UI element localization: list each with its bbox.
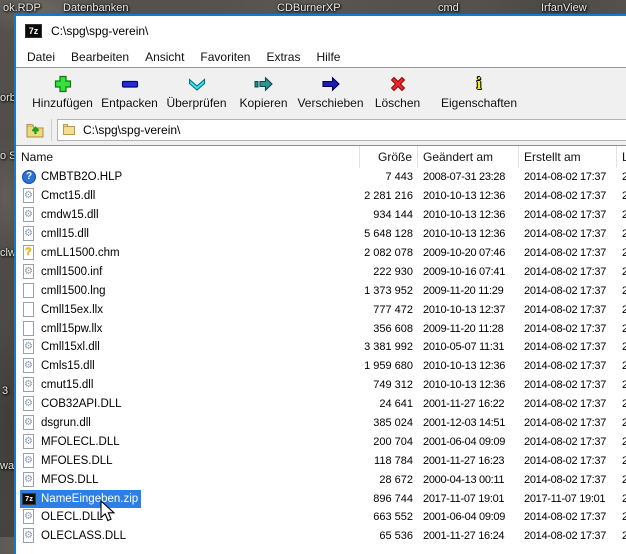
plain-file-icon xyxy=(21,283,37,299)
dll-file-icon xyxy=(21,358,37,374)
extract-button[interactable]: Entpacken xyxy=(96,68,163,114)
dll-file-icon xyxy=(21,207,37,223)
desktop-icon-label[interactable]: cmd xyxy=(438,2,459,14)
properties-button[interactable]: i Eigenschaften xyxy=(431,68,527,114)
dll-file-icon xyxy=(21,528,37,544)
seven-zip-window: 7z C:\spg\spg-verein\ Datei Bearbeiten A… xyxy=(14,14,626,554)
table-row[interactable]: Cmls15.dll 1 959 680 2010-10-13 12:36 20… xyxy=(16,357,626,376)
dll-file-icon xyxy=(21,415,37,431)
table-row[interactable]: cmll15.dll 5 648 128 2010-10-13 12:36 20… xyxy=(16,225,626,244)
7zip-app-icon: 7z xyxy=(25,24,42,38)
desktop-icon-label[interactable]: ok.RDP xyxy=(3,2,41,14)
dll-file-icon xyxy=(21,396,37,412)
dll-file-icon xyxy=(21,472,37,488)
table-row[interactable]: cmll1500.lng 1 373 952 2009-11-20 11:29 … xyxy=(16,281,626,300)
plain-file-icon xyxy=(21,321,37,337)
folder-up-icon xyxy=(25,121,45,139)
menu-bearbeiten[interactable]: Bearbeiten xyxy=(63,48,137,66)
test-button[interactable]: Überprüfen xyxy=(163,68,230,114)
column-header-modified[interactable]: Geändert am xyxy=(418,146,519,168)
desktop-icon-label[interactable]: Datenbanken xyxy=(63,2,128,14)
table-row[interactable]: cmut15.dll 749 312 2010-10-13 12:36 2014… xyxy=(16,376,626,395)
menu-extras[interactable]: Extras xyxy=(258,48,308,66)
address-path-combobox[interactable]: C:\spg\spg-verein\ xyxy=(57,119,626,141)
table-row[interactable]: CMBTB2O.HLP 7 443 2008-07-31 23:28 2014-… xyxy=(16,168,626,187)
copy-arrow-icon xyxy=(253,73,275,95)
menu-ansicht[interactable]: Ansicht xyxy=(137,48,192,66)
table-row[interactable]: cmll1500.inf 222 930 2009-10-16 07:41 20… xyxy=(16,262,626,281)
table-row[interactable]: cmLL1500.chm 2 082 078 2009-10-20 07:46 … xyxy=(16,244,626,263)
desktop-icon-label[interactable]: CDBurnerXP xyxy=(277,2,341,14)
help-file-icon xyxy=(21,169,37,185)
dll-file-icon xyxy=(21,339,37,355)
dll-file-icon xyxy=(21,453,37,469)
dll-file-icon xyxy=(21,509,37,525)
mouse-cursor xyxy=(100,500,116,523)
chm-file-icon xyxy=(21,245,37,261)
table-row[interactable]: OLECLASS.DLL 65 536 2001-11-27 16:24 201… xyxy=(16,527,626,546)
table-row[interactable]: cmll15pw.llx 356 608 2009-11-20 11:28 20… xyxy=(16,319,626,338)
zip-7z-file-icon xyxy=(21,491,37,507)
folder-up-button[interactable] xyxy=(22,118,48,142)
column-header-name[interactable]: Name xyxy=(16,146,360,168)
column-header-size[interactable]: Größe xyxy=(360,146,418,168)
menu-datei[interactable]: Datei xyxy=(19,48,63,66)
dll-file-icon xyxy=(21,226,37,242)
folder-icon xyxy=(63,124,76,135)
add-plus-icon xyxy=(53,73,73,95)
add-button[interactable]: Hinzufügen xyxy=(29,68,96,114)
info-icon: i xyxy=(477,73,482,95)
toolbar: Hinzufügen Entpacken Überprüfen Kopieren… xyxy=(16,68,626,114)
menu-bar: Datei Bearbeiten Ansicht Favoriten Extra… xyxy=(16,46,626,67)
table-row[interactable]: Cmll15xl.dll 3 381 992 2010-05-07 11:31 … xyxy=(16,338,626,357)
test-chevron-icon xyxy=(187,73,207,95)
desktop-icon-label[interactable]: wa xyxy=(0,460,14,472)
copy-button[interactable]: Kopieren xyxy=(230,68,297,114)
table-row[interactable]: Cmll15ex.llx 777 472 2010-10-13 12:37 20… xyxy=(16,300,626,319)
table-row[interactable]: cmdw15.dll 934 144 2010-10-13 12:36 2014… xyxy=(16,206,626,225)
table-row[interactable]: MFOS.DLL 28 672 2000-04-13 00:11 2014-08… xyxy=(16,470,626,489)
dll-file-icon xyxy=(21,188,37,204)
extract-minus-icon xyxy=(120,73,140,95)
address-bar: C:\spg\spg-verein\ xyxy=(16,114,626,145)
desktop-icon-label[interactable]: IrfanView xyxy=(541,2,587,14)
table-row[interactable]: MFOLES.DLL 118 784 2001-11-27 16:23 2014… xyxy=(16,451,626,470)
column-header-accessed[interactable]: L xyxy=(617,146,626,168)
desktop-icon-label[interactable]: 3 xyxy=(2,385,8,397)
menu-favoriten[interactable]: Favoriten xyxy=(192,48,258,66)
move-button[interactable]: Verschieben xyxy=(297,68,364,114)
delete-button[interactable]: Löschen xyxy=(364,68,431,114)
address-path-text: C:\spg\spg-verein\ xyxy=(83,123,180,137)
window-title: C:\spg\spg-verein\ xyxy=(51,24,148,38)
title-bar[interactable]: 7z C:\spg\spg-verein\ xyxy=(16,16,626,46)
table-row[interactable]: Cmct15.dll 2 281 216 2010-10-13 12:36 20… xyxy=(16,187,626,206)
delete-x-icon xyxy=(388,73,408,95)
column-header-created[interactable]: Erstellt am xyxy=(519,146,617,168)
table-row[interactable]: MFOLECL.DLL 200 704 2001-06-04 09:09 201… xyxy=(16,432,626,451)
table-row[interactable]: COB32API.DLL 24 641 2001-11-27 16:22 201… xyxy=(16,395,626,414)
menu-hilfe[interactable]: Hilfe xyxy=(308,48,348,66)
column-header-row: Name Größe Geändert am Erstellt am L xyxy=(16,146,626,168)
dll-file-icon xyxy=(21,377,37,393)
file-list: Name Größe Geändert am Erstellt am L CMB… xyxy=(16,145,626,554)
table-row[interactable]: dsgrun.dll 385 024 2001-12-03 14:51 2014… xyxy=(16,414,626,433)
address-divider xyxy=(51,119,52,141)
inf-file-icon xyxy=(21,264,37,280)
move-arrow-icon xyxy=(320,73,342,95)
dll-file-icon xyxy=(21,434,37,450)
plain-file-icon xyxy=(21,302,37,318)
file-rows: CMBTB2O.HLP 7 443 2008-07-31 23:28 2014-… xyxy=(16,168,626,554)
